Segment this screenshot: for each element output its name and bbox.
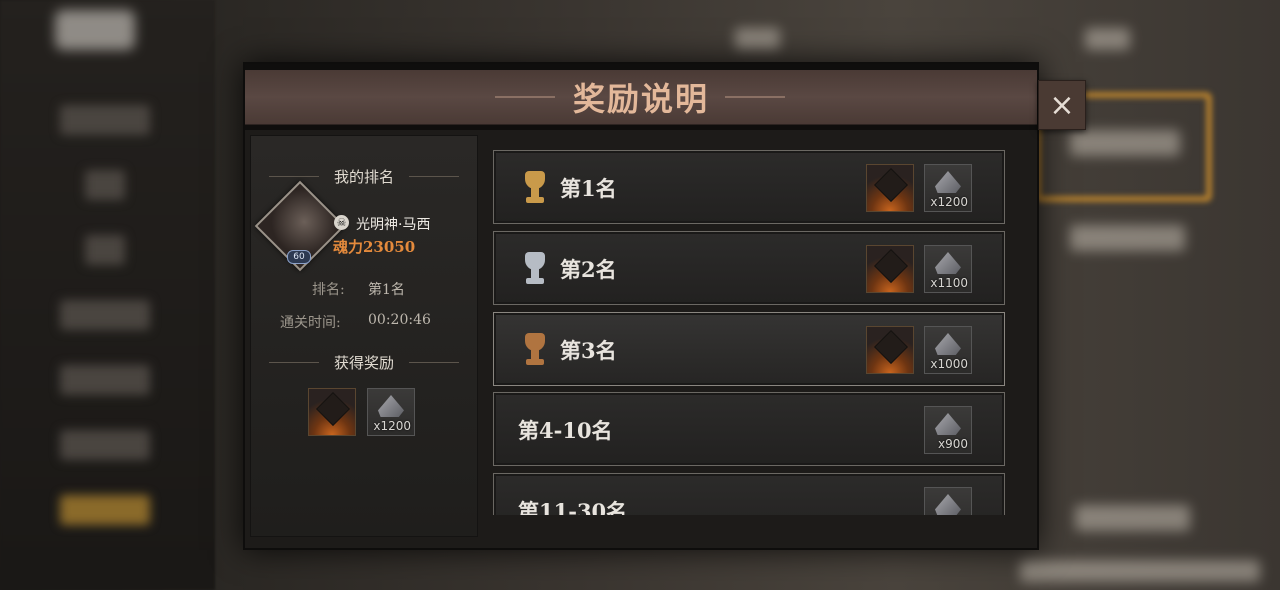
- chest-icon: [874, 168, 908, 202]
- chest-item[interactable]: [866, 326, 914, 374]
- ore-item[interactable]: [924, 487, 972, 515]
- divider: [409, 362, 459, 363]
- clear-time-label: 通关时间:: [280, 315, 341, 331]
- reward-qty: x1200: [373, 419, 411, 433]
- background-tab: [735, 28, 780, 50]
- divider: [409, 176, 459, 177]
- reward-row: 第1名 x1200: [493, 150, 1005, 224]
- player-power: 魂力23050: [333, 238, 416, 256]
- background-menu-item: [60, 300, 150, 330]
- rank-label: 第3名: [560, 338, 617, 363]
- background-label: [1070, 225, 1185, 251]
- close-icon: ×: [1049, 87, 1075, 123]
- ore-item[interactable]: x1100: [924, 245, 972, 293]
- reward-chest-item[interactable]: [308, 388, 356, 436]
- ore-qty: x1100: [930, 276, 968, 290]
- ore-icon: [935, 252, 961, 274]
- ore-item[interactable]: x900: [924, 406, 972, 454]
- background-menu-item: [85, 170, 125, 200]
- background-label: [1075, 505, 1190, 531]
- reward-row: 第3名 x1000: [493, 312, 1005, 386]
- rank-value: 第1名: [368, 282, 405, 298]
- clear-time-value: 00:20:46: [368, 312, 431, 328]
- background-menu-item: [60, 105, 150, 135]
- background-menu-item: [60, 430, 150, 460]
- background-menu-item: [60, 495, 150, 525]
- background-menu-item: [85, 235, 125, 265]
- reward-row: 第11-30名: [493, 473, 1005, 515]
- gold-trophy-icon: [520, 169, 550, 205]
- reward-row: 第4-10名 x900: [493, 392, 1005, 466]
- background-menu-item: [60, 365, 150, 395]
- ore-icon: [935, 413, 961, 435]
- player-name: 光明神·马西: [356, 217, 431, 233]
- ore-icon: [935, 494, 961, 515]
- reward-row: 第2名 x1100: [493, 231, 1005, 305]
- chest-item[interactable]: [866, 164, 914, 212]
- ore-icon: [378, 395, 404, 417]
- ore-qty: x900: [937, 437, 968, 451]
- chest-icon: [316, 392, 350, 426]
- ore-qty: x1000: [930, 357, 968, 371]
- dialog-title-bar: 奖励说明: [245, 64, 1037, 130]
- reward-ore-item[interactable]: x1200: [367, 388, 415, 436]
- rank-label: 第4-10名: [518, 418, 613, 443]
- chest-icon: [874, 249, 908, 283]
- player-title-icon: ☠: [334, 215, 349, 230]
- silver-trophy-icon: [520, 250, 550, 286]
- ore-icon: [935, 333, 961, 355]
- rank-label: 排名:: [312, 282, 345, 298]
- chest-item[interactable]: [866, 245, 914, 293]
- ore-icon: [935, 171, 961, 193]
- background-label: [1070, 130, 1180, 156]
- close-button[interactable]: ×: [1038, 80, 1086, 130]
- rank-label: 第11-30名: [518, 499, 628, 515]
- rank-label: 第1名: [560, 176, 617, 201]
- background-label: [1020, 560, 1260, 582]
- rank-label: 第2名: [560, 257, 617, 282]
- bronze-trophy-icon: [520, 331, 550, 367]
- dialog-title: 奖励说明: [572, 80, 709, 118]
- ore-item[interactable]: x1200: [924, 164, 972, 212]
- title-ornament-right: [725, 96, 785, 98]
- chest-icon: [874, 330, 908, 364]
- reward-list[interactable]: 第1名 x1200 第2名 x1100 第3名 x1000 第4-10名 x90…: [485, 135, 1023, 515]
- ore-item[interactable]: x1000: [924, 326, 972, 374]
- ore-qty: x1200: [930, 195, 968, 209]
- background-back-icon: [55, 10, 135, 50]
- player-level-badge: 60: [287, 250, 311, 264]
- background-tab: [1085, 28, 1130, 50]
